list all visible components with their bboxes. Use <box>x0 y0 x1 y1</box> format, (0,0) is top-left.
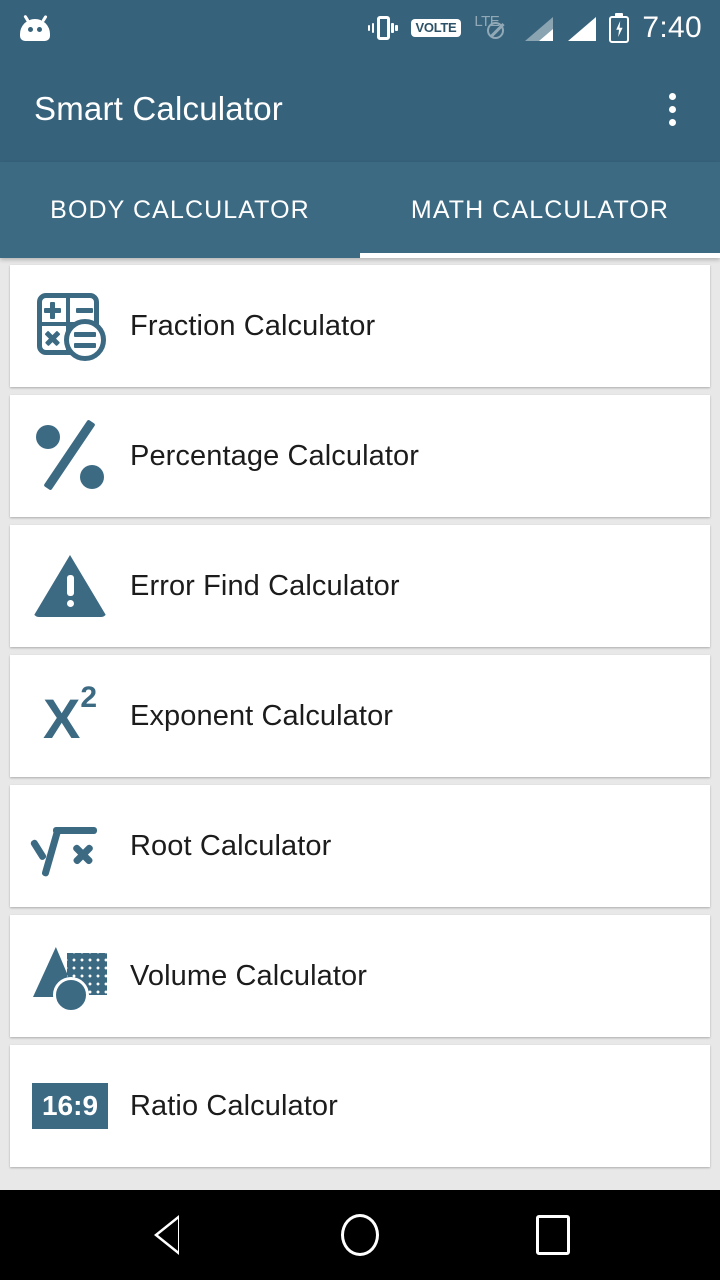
exponent-x-squared-icon: X 2 <box>31 677 109 755</box>
home-icon[interactable] <box>325 1200 395 1270</box>
system-navigation-bar <box>0 1190 720 1280</box>
exponent-superscript-glyph: 2 <box>80 681 98 714</box>
list-item-label: Error Find Calculator <box>130 569 400 602</box>
status-bar: VOLTE LTE 7:40 <box>0 0 720 56</box>
list-item-ratio-calculator[interactable]: 16:9 Ratio Calculator <box>10 1045 710 1167</box>
tab-bar: BODY CALCULATOR MATH CALCULATOR <box>0 162 720 258</box>
percentage-icon <box>31 417 109 495</box>
list-item-volume-calculator[interactable]: Volume Calculator <box>10 915 710 1037</box>
signal-bars-dim-icon <box>523 15 554 41</box>
list-item-label: Ratio Calculator <box>130 1089 338 1122</box>
list-item-label: Percentage Calculator <box>130 439 420 472</box>
exponent-base-glyph: X <box>42 687 81 750</box>
ratio-badge-text: 16:9 <box>41 1090 99 1121</box>
list-item-icon-slot <box>10 785 130 907</box>
list-item-icon-slot <box>10 525 130 647</box>
geometric-shapes-icon <box>31 937 109 1015</box>
square-root-icon <box>29 807 109 885</box>
lte-no-data-icon: LTE <box>474 13 510 42</box>
battery-charging-icon <box>609 13 630 43</box>
list-item-percentage-calculator[interactable]: Percentage Calculator <box>10 395 710 517</box>
status-bar-left <box>20 14 50 41</box>
tab-body-calculator[interactable]: BODY CALCULATOR <box>0 162 360 258</box>
list-item-error-find-calculator[interactable]: Error Find Calculator <box>10 525 710 647</box>
list-item-label: Root Calculator <box>130 829 332 862</box>
volte-badge: VOLTE <box>410 18 462 38</box>
list-item-label: Exponent Calculator <box>130 699 394 732</box>
list-item-fraction-calculator[interactable]: Fraction Calculator <box>10 265 710 387</box>
warning-triangle-icon <box>31 547 109 625</box>
list-item-label: Fraction Calculator <box>130 309 376 342</box>
status-bar-clock: 7:40 <box>642 11 702 44</box>
recents-icon[interactable] <box>518 1200 588 1270</box>
list-item-icon-slot: X 2 <box>10 655 130 777</box>
tab-math-calculator[interactable]: MATH CALCULATOR <box>360 162 720 258</box>
page-title: Smart Calculator <box>34 90 283 127</box>
list-item-icon-slot <box>10 265 130 387</box>
vibrate-icon <box>367 13 398 43</box>
ratio-badge-icon: 16:9 <box>31 1067 109 1145</box>
status-bar-right: VOLTE LTE 7:40 <box>367 11 702 45</box>
android-head-icon <box>20 14 50 41</box>
list-item-root-calculator[interactable]: Root Calculator <box>10 785 710 907</box>
list-item-icon-slot <box>10 915 130 1037</box>
list-item-label: Volume Calculator <box>130 959 368 992</box>
no-data-ban-icon <box>487 22 505 39</box>
phone-screen: VOLTE LTE 7:40 Smart Calculator BODY CAL… <box>0 0 720 1280</box>
back-icon[interactable] <box>132 1200 202 1270</box>
list-item-icon-slot <box>10 395 130 517</box>
signal-bars-full-icon <box>566 15 597 41</box>
overflow-menu-icon[interactable] <box>650 82 694 136</box>
list-item-exponent-calculator[interactable]: X 2 Exponent Calculator <box>10 655 710 777</box>
list-item-icon-slot: 16:9 <box>10 1045 130 1167</box>
calculator-list: Fraction Calculator Percentage Calculato… <box>0 258 720 1190</box>
app-bar: Smart Calculator <box>0 56 720 162</box>
fraction-calculator-icon <box>31 287 109 365</box>
